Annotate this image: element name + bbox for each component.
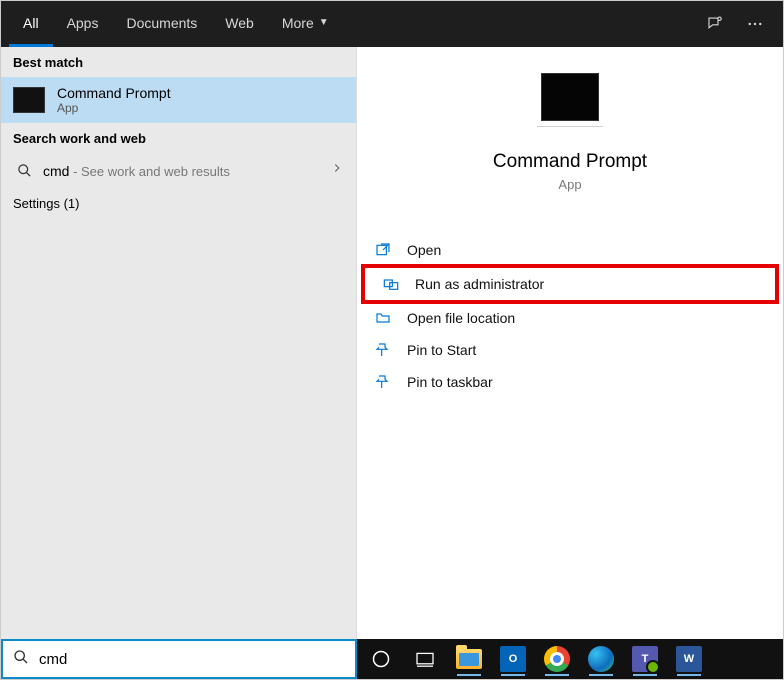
- pin-icon: [373, 373, 393, 391]
- result-command-prompt[interactable]: Command Prompt App: [1, 77, 356, 123]
- outlook-icon[interactable]: O: [495, 639, 531, 679]
- search-web-term: cmd: [43, 163, 69, 179]
- search-icon: [13, 649, 29, 670]
- search-web-hint: - See work and web results: [69, 164, 229, 179]
- results-panel: Best match Command Prompt App Search wor…: [1, 47, 357, 639]
- main-area: Best match Command Prompt App Search wor…: [1, 47, 783, 639]
- teams-icon[interactable]: T: [627, 639, 663, 679]
- tab-apps[interactable]: Apps: [53, 1, 113, 47]
- task-view-icon[interactable]: [407, 639, 443, 679]
- action-label: Run as administrator: [415, 276, 544, 292]
- preview-panel: Command Prompt App Open Run as administr: [357, 47, 783, 639]
- action-label: Pin to Start: [407, 342, 476, 358]
- action-label: Pin to taskbar: [407, 374, 493, 390]
- command-prompt-icon: [541, 73, 599, 121]
- chevron-down-icon: ▼: [319, 17, 329, 28]
- tab-more[interactable]: More ▼: [268, 1, 343, 47]
- filter-tabs: All Apps Documents Web More ▼: [1, 1, 783, 47]
- bottom-bar: O T W: [1, 639, 783, 679]
- cortana-icon[interactable]: [363, 639, 399, 679]
- shield-icon: [381, 275, 401, 293]
- tab-all[interactable]: All: [9, 1, 53, 47]
- search-icon: [13, 163, 35, 178]
- search-panel: All Apps Documents Web More ▼ Best match…: [0, 0, 784, 680]
- tab-more-label: More: [282, 15, 314, 31]
- search-work-web-header: Search work and web: [1, 123, 356, 153]
- tab-web[interactable]: Web: [211, 1, 268, 47]
- search-web-item[interactable]: cmd - See work and web results: [1, 153, 356, 188]
- action-open[interactable]: Open: [357, 234, 783, 266]
- folder-icon: [373, 309, 393, 327]
- edge-icon[interactable]: [583, 639, 619, 679]
- divider: [537, 126, 603, 127]
- more-options-icon[interactable]: [735, 1, 775, 47]
- action-pin-to-taskbar[interactable]: Pin to taskbar: [357, 366, 783, 398]
- taskbar: O T W: [357, 639, 783, 679]
- result-subtitle: App: [57, 101, 171, 115]
- action-open-file-location[interactable]: Open file location: [357, 302, 783, 334]
- file-explorer-icon[interactable]: [451, 639, 487, 679]
- action-run-as-administrator[interactable]: Run as administrator: [365, 268, 775, 300]
- search-box[interactable]: [1, 639, 357, 679]
- chevron-right-icon: [330, 161, 344, 180]
- command-prompt-icon: [13, 87, 45, 113]
- action-label: Open: [407, 242, 441, 258]
- pin-icon: [373, 341, 393, 359]
- search-input[interactable]: [39, 651, 345, 668]
- best-match-header: Best match: [1, 47, 356, 77]
- result-title: Command Prompt: [57, 85, 171, 101]
- tab-documents[interactable]: Documents: [112, 1, 211, 47]
- open-icon: [373, 241, 393, 259]
- settings-category[interactable]: Settings (1): [1, 188, 356, 219]
- word-icon[interactable]: W: [671, 639, 707, 679]
- preview-subtitle: App: [558, 177, 581, 192]
- preview-title: Command Prompt: [493, 151, 647, 173]
- actions-list: Open Run as administrator Open file loca…: [357, 234, 783, 398]
- feedback-icon[interactable]: [695, 1, 735, 47]
- chrome-icon[interactable]: [539, 639, 575, 679]
- action-pin-to-start[interactable]: Pin to Start: [357, 334, 783, 366]
- annotation-highlight: Run as administrator: [361, 264, 779, 304]
- preview-header: Command Prompt App: [357, 65, 783, 198]
- action-label: Open file location: [407, 310, 515, 326]
